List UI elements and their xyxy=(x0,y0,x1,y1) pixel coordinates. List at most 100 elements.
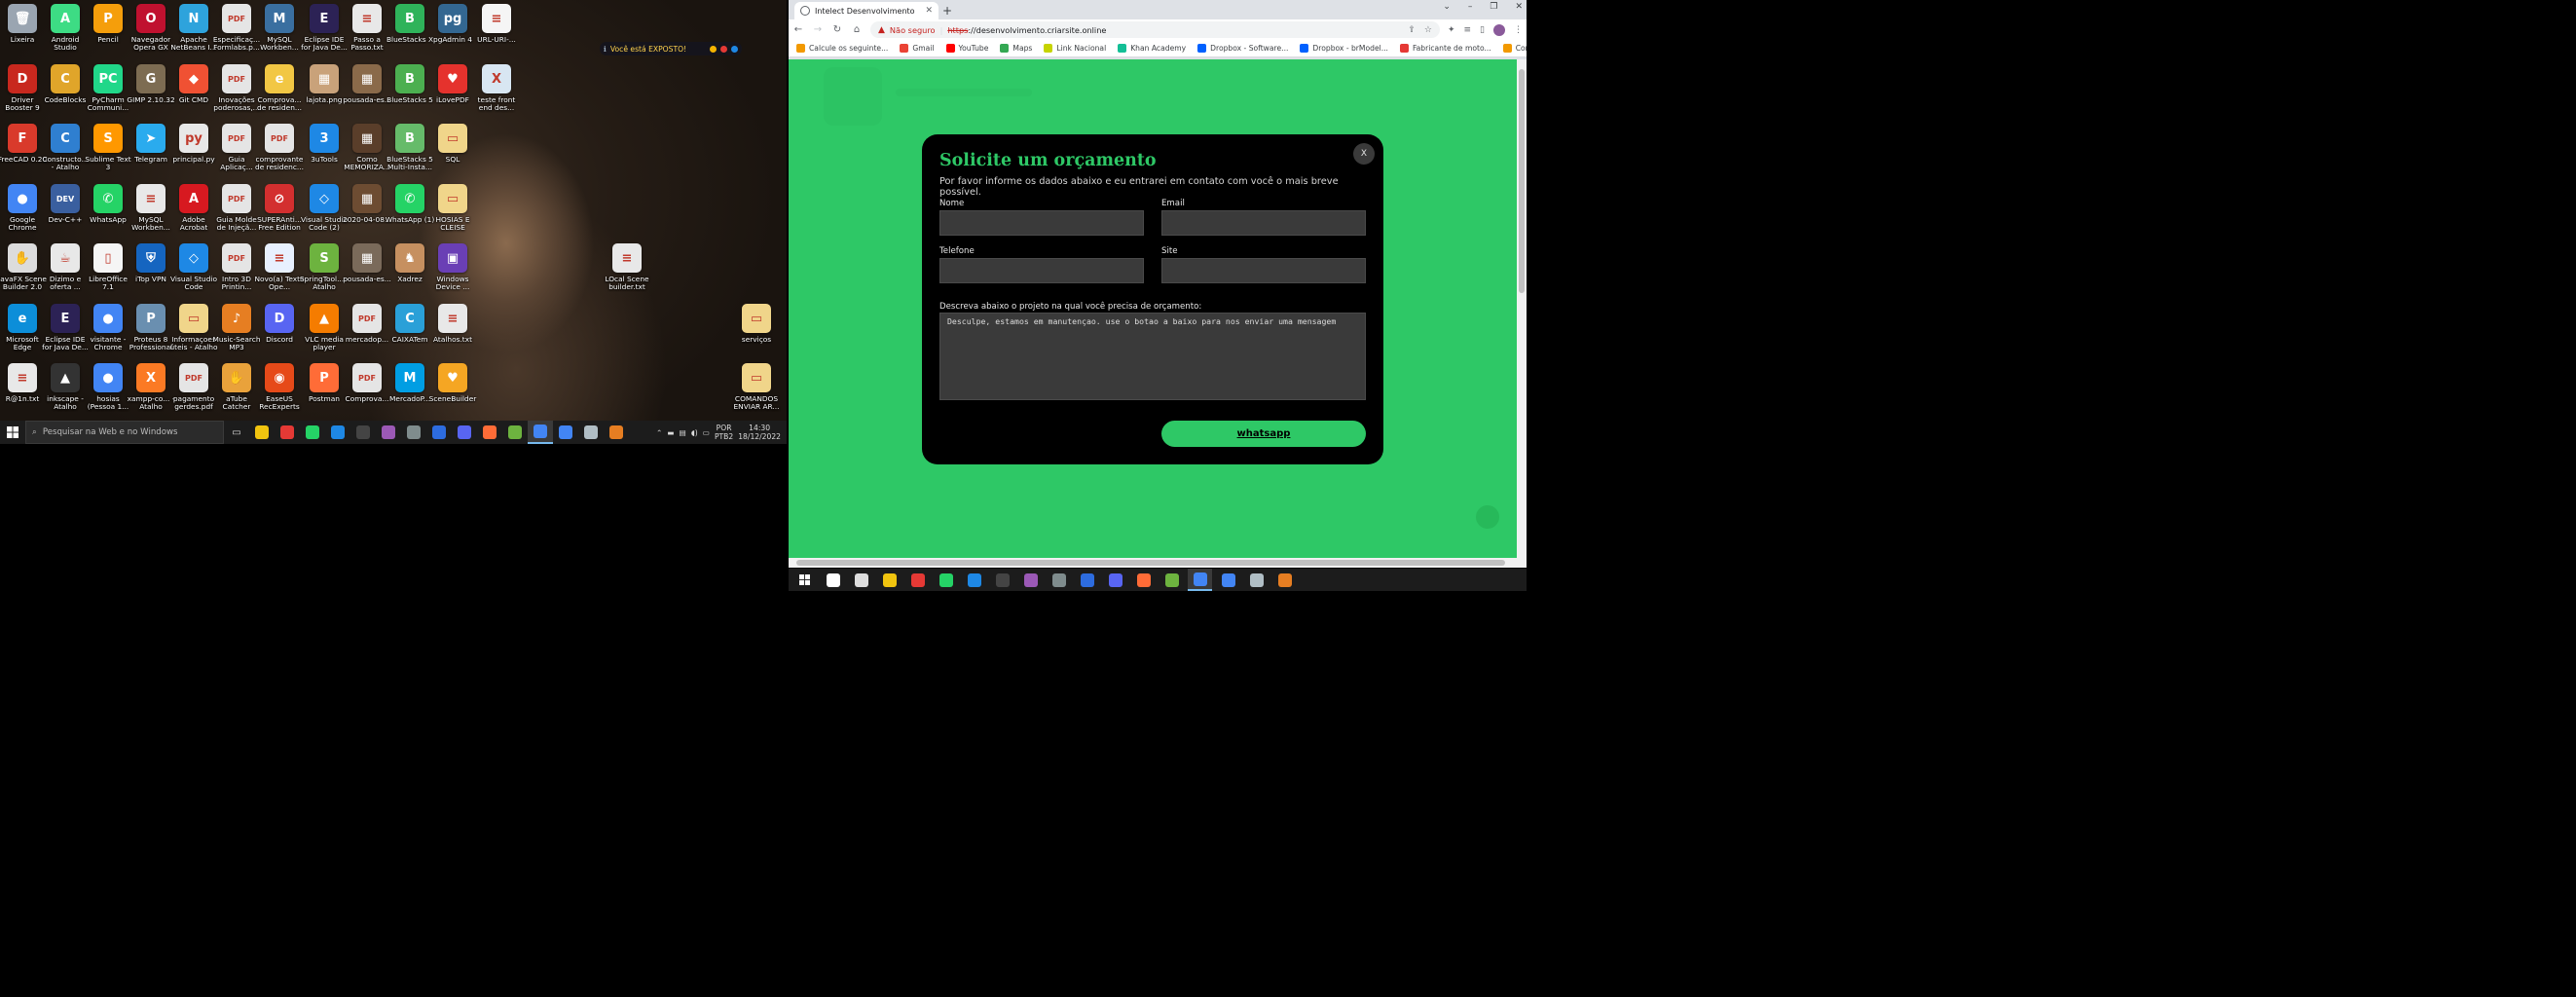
desktop-icon[interactable]: B BlueStacks 5 Multi-Insta... xyxy=(386,124,433,182)
taskbar-app-button[interactable] xyxy=(962,569,986,591)
desktop-icon[interactable]: O Navegador Opera GX xyxy=(129,4,173,62)
desktop-icon[interactable]: F FreeCAD 0.20 xyxy=(0,124,47,182)
taskbar-app-button[interactable] xyxy=(877,569,902,591)
taskbar-app-button[interactable] xyxy=(990,569,1014,591)
taskbar-app-button[interactable] xyxy=(426,421,452,444)
desktop-icon[interactable]: Xteste front end des... xyxy=(474,64,519,123)
desktop-icon[interactable]: ◆ Git CMD xyxy=(171,64,216,123)
address-bar[interactable]: ▲ Não seguro | https://desenvolvimento.c… xyxy=(870,21,1440,38)
taskbar-app-button[interactable] xyxy=(578,421,604,444)
desktop-icon[interactable]: M MercadoP... xyxy=(387,363,432,421)
desktop-icon[interactable]: A Adobe Acrobat xyxy=(171,184,216,242)
bookmark-item[interactable]: Gmail xyxy=(900,44,935,53)
desktop-icon[interactable]: ◉ EaseUS RecExperts xyxy=(257,363,302,421)
start-button[interactable] xyxy=(0,421,25,444)
taskbar-app-button[interactable] xyxy=(350,421,376,444)
desktop-icon[interactable]: D Driver Booster 9 xyxy=(0,64,45,123)
taskbar-app-button[interactable] xyxy=(528,421,553,444)
desktop-icon[interactable]: PDF pagamento gerdes.pdf xyxy=(171,363,216,421)
menu-icon[interactable]: ⋮ xyxy=(1514,25,1523,35)
network-icon[interactable]: ▤ xyxy=(680,428,686,437)
forward-icon[interactable]: → xyxy=(812,24,824,35)
nome-input[interactable] xyxy=(939,210,1144,236)
telefone-input[interactable] xyxy=(939,258,1144,283)
desktop-icon[interactable]: 3 3uTools xyxy=(302,124,347,182)
taskbar-app-button[interactable] xyxy=(1131,569,1156,591)
desktop-icon[interactable]: ♪ Music-Search MP3 xyxy=(212,304,261,362)
desktop-icon[interactable]: ➤ Telegram xyxy=(129,124,173,182)
desktop-icon[interactable]: e Microsoft Edge xyxy=(0,304,45,362)
taskbar-app-button[interactable] xyxy=(849,569,873,591)
taskbar-app-button[interactable] xyxy=(1159,569,1184,591)
desktop-icon[interactable]: ▲ inkscape - Atalho xyxy=(43,363,88,421)
desktop-icon[interactable]: ▦ pousada-es... xyxy=(343,64,391,123)
email-input[interactable] xyxy=(1161,210,1366,236)
desktop-icon[interactable]: ♞ Xadrez xyxy=(387,243,432,302)
bookmark-item[interactable]: Calcule os seguinte... xyxy=(796,44,888,53)
desktop-icon[interactable]: ⛨ iTop VPN xyxy=(129,243,173,302)
desktop-icon[interactable]: ≡ R@1n.txt xyxy=(0,363,45,421)
desktop-icon[interactable]: PDF Inovações poderosas,... xyxy=(213,64,260,123)
desktop-icon[interactable]: E Eclipse IDE for Java De... xyxy=(42,304,89,362)
desktop-icon[interactable]: PDF comprovante de residenc... xyxy=(255,124,304,182)
desktop-icon[interactable]: ≡ URL-URI-... xyxy=(474,4,519,62)
desktop-icon[interactable]: ▦ lajota.png xyxy=(302,64,347,123)
desktop-icon[interactable]: ▦ pousada-es... xyxy=(343,243,391,302)
desktop-icon[interactable]: ✋ JavaFX Scene Builder 2.0 xyxy=(0,243,47,302)
site-input[interactable] xyxy=(1161,258,1366,283)
desktop-icon[interactable]: ▭ HOSIAS E CLEISE xyxy=(430,184,475,242)
share-icon[interactable]: ⇪ xyxy=(1408,25,1416,35)
desktop-icon[interactable]: ⊘ SUPERAnti... Free Edition xyxy=(257,184,302,242)
bookmark-item[interactable]: Fabricante de moto... xyxy=(1399,44,1491,53)
taskbar-app-button[interactable] xyxy=(477,421,502,444)
desktop-icon[interactable]: B BlueStacks 5 xyxy=(386,64,433,123)
side-panel-icon[interactable]: ▯ xyxy=(1480,25,1485,35)
reading-list-icon[interactable]: ≡ xyxy=(1464,25,1472,35)
desktop-icon[interactable]: C CAIXATem xyxy=(387,304,432,362)
desktop-icon[interactable]: PDF Comprova... xyxy=(345,363,389,421)
desktop-icon[interactable]: ▭ Informaçoes úteis - Atalho xyxy=(169,304,218,362)
clock[interactable]: 14:30 18/12/2022 xyxy=(738,424,781,442)
bookmark-item[interactable]: Khan Academy xyxy=(1118,44,1186,53)
desktop-icon[interactable]: e Comprova... de residen... xyxy=(257,64,302,123)
taskbar-app-button[interactable] xyxy=(1047,569,1071,591)
taskbar-app-button[interactable] xyxy=(604,421,629,444)
start-button[interactable] xyxy=(792,569,817,591)
reload-icon[interactable]: ↻ xyxy=(831,24,843,35)
desktop-icon[interactable]: B BlueStacks X xyxy=(386,4,433,62)
modal-close-button[interactable]: X xyxy=(1353,143,1375,165)
bookmark-item[interactable]: Dropbox - Software... xyxy=(1197,44,1288,53)
bookmark-item[interactable]: Construindo (build)... xyxy=(1502,44,1527,53)
desktop-icon[interactable]: ☕ Dizimo e oferta ... xyxy=(43,243,88,302)
taskbar-search-box[interactable]: ⌕ Pesquisar na Web e no Windows xyxy=(25,421,224,444)
desktop-icon[interactable]: ◇ Visual Studio Code (2) xyxy=(301,184,348,242)
desktop-icon[interactable]: ▦ Como MEMORIZA... xyxy=(344,124,390,182)
minimize-icon[interactable]: – xyxy=(1468,2,1473,12)
desktop-icon[interactable]: ▦ 2020-04-08... xyxy=(343,184,391,242)
desktop-icon[interactable]: ≡ Passo a Passo.txt xyxy=(345,4,389,62)
taskbar-app-button[interactable] xyxy=(401,421,426,444)
desktop-icon[interactable]: PDF Guia Molde de Injeçã... xyxy=(214,184,259,242)
desktop-icon[interactable]: PDF Guia Aplicaç... xyxy=(214,124,259,182)
desktop-icon[interactable]: ▭ COMANDOS ENVIAR AR... xyxy=(734,363,779,421)
desktop-icon[interactable]: ● hosias (Pessoa 1... xyxy=(86,363,130,421)
taskbar-app-button[interactable] xyxy=(275,421,300,444)
bookmark-item[interactable]: Link Nacional xyxy=(1044,44,1106,53)
taskbar-app-button[interactable] xyxy=(1244,569,1269,591)
desktop-icon[interactable]: PDF Intro 3D Printin... xyxy=(214,243,259,302)
desktop-icon[interactable]: E Eclipse IDE for Java De... xyxy=(301,4,348,62)
desktop-icon[interactable]: PC PyCharm Communi... xyxy=(86,64,130,123)
desktop-icon[interactable]: pg pgAdmin 4 xyxy=(430,4,475,62)
taskbar-app-button[interactable] xyxy=(1272,569,1297,591)
close-tab-icon[interactable]: ✕ xyxy=(925,6,933,16)
whatsapp-button[interactable]: whatsapp xyxy=(1161,421,1366,447)
vertical-scrollbar-thumb[interactable] xyxy=(1519,69,1525,293)
desktop-icon[interactable]: ≡ LOcal Scene builder.txt xyxy=(605,243,649,302)
arrow-icon[interactable] xyxy=(731,45,738,53)
desktop-icon[interactable]: PDF mercadop... xyxy=(345,304,389,362)
bookmark-star-icon[interactable]: ☆ xyxy=(1424,25,1432,35)
taskbar-app-button[interactable] xyxy=(553,421,578,444)
desktop-icon[interactable]: ≡ MySQL Workben... xyxy=(129,184,173,242)
taskbar-app-button[interactable] xyxy=(1075,569,1099,591)
taskbar-app-button[interactable] xyxy=(300,421,325,444)
